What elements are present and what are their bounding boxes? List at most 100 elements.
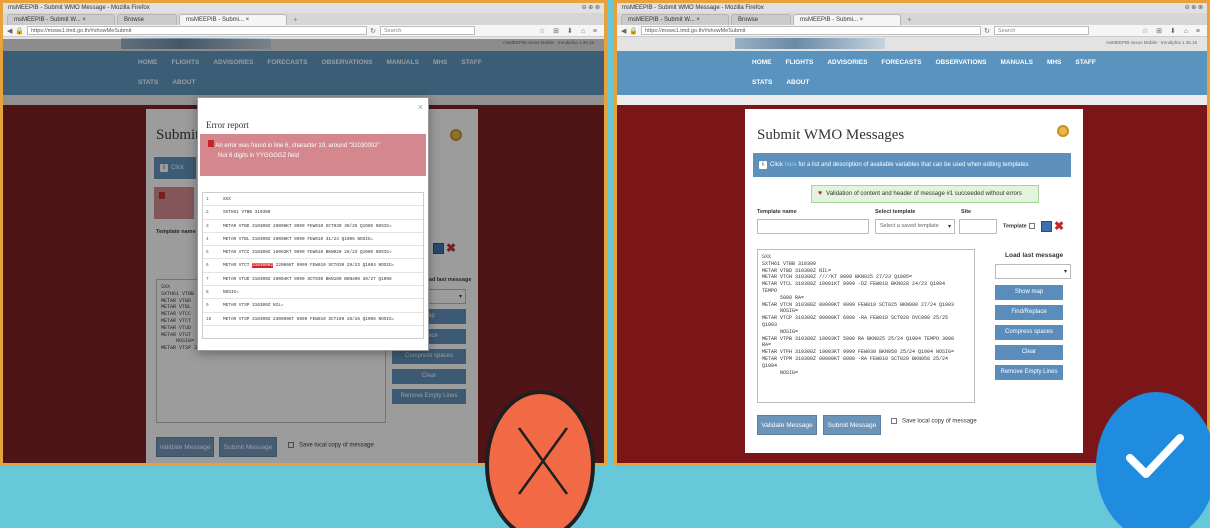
compress-spaces-button[interactable]: Compress spaces: [995, 325, 1063, 340]
template-select-value: Select a saved template: [880, 223, 939, 229]
nav-toolbar: ◀ 🔒 https://msws1.tmd.go.th/#showMeSubmi…: [3, 25, 604, 37]
back-icon[interactable]: ◀: [621, 27, 626, 35]
reload-icon[interactable]: ↻: [370, 27, 376, 35]
error-line-1: An error was found in line 6, character …: [215, 143, 380, 149]
list-item: 5 METAR VTCC 310300Z 18003KT 9999 FEW010 …: [203, 246, 423, 260]
submit-button[interactable]: Submit Message: [823, 415, 881, 435]
reload-icon[interactable]: ↻: [984, 27, 990, 35]
nav-manuals[interactable]: MANUALS: [1000, 59, 1033, 66]
site-banner: msMEEPIB nexus Mobile · trendiphia 1.35.…: [617, 37, 1207, 51]
success-message: ♥ Validation of content and header of mes…: [811, 185, 1039, 203]
list-item-error: 6 METAR VTCT 31030002 22006KT 9999 FEW010…: [203, 259, 423, 273]
nav-observations[interactable]: OBSERVATIONS: [936, 59, 987, 66]
list-item: 7 METAR VTUD 310300Z 20004KT 9999 SCT030 …: [203, 273, 423, 287]
info-prefix: Click: [770, 162, 783, 168]
chevron-down-icon: ▾: [1063, 269, 1067, 275]
banner-logo: [735, 38, 885, 49]
template-name-input[interactable]: [757, 219, 869, 234]
window-controls[interactable]: ⊖ ⊕ ⊗: [1185, 3, 1203, 13]
window-controls[interactable]: ⊖ ⊕ ⊗: [582, 3, 600, 13]
search-input[interactable]: Search: [379, 26, 475, 35]
x-icon: [517, 427, 569, 495]
info-link[interactable]: here: [785, 162, 797, 168]
nav-advisories[interactable]: ADVISORIES: [827, 59, 867, 66]
accept-badge: [1096, 392, 1210, 528]
error-highlight: 31030002: [251, 263, 274, 269]
gear-icon[interactable]: [1057, 125, 1069, 137]
load-last-select[interactable]: ▾: [995, 264, 1071, 279]
site-navbar: HOME FLIGHTS ADVISORIES FORECASTS OBSERV…: [617, 51, 1207, 95]
nav-flights[interactable]: FLIGHTS: [786, 59, 814, 66]
error-line-2: Not 6 digits in YYGGGGZ field: [218, 153, 299, 159]
save-copy-label: Save local copy of message: [902, 418, 977, 425]
page-title: Submit WMO Messages: [757, 127, 905, 143]
search-input[interactable]: Search: [993, 26, 1089, 35]
checkbox-icon[interactable]: [1028, 223, 1035, 229]
window-title: msMEEPIB - Submit WMO Message - Mozilla …: [8, 5, 150, 11]
list-item: 1 SXX: [203, 193, 423, 207]
message-textarea[interactable]: SXX SXTH61 VTBB 310300 METAR VTBD 310300…: [757, 249, 975, 403]
back-icon[interactable]: ◀: [7, 27, 12, 35]
tab-submit-active[interactable]: msMEEPIB - Submi... ×: [179, 14, 287, 25]
validate-button[interactable]: Validate Message: [757, 415, 817, 435]
reject-badge: [485, 390, 595, 528]
site-input[interactable]: [959, 219, 997, 234]
lock-icon: 🔒: [15, 27, 25, 35]
show-map-button[interactable]: Show map: [995, 285, 1063, 300]
checkbox-icon[interactable]: [891, 418, 897, 424]
window-title: msMEEPIB - Submit WMO Message - Mozilla …: [622, 5, 764, 11]
nav-about[interactable]: ABOUT: [786, 79, 809, 86]
heart-icon: ♥: [818, 190, 823, 197]
dialog-error-box: An error was found in line 6, character …: [200, 134, 426, 176]
error-report-dialog: × Error report An error was found in lin…: [197, 97, 429, 351]
window-titlebar: msMEEPIB - Submit WMO Message - Mozilla …: [617, 3, 1207, 13]
chevron-down-icon: ▾: [947, 224, 951, 230]
remove-empty-lines-button[interactable]: Remove Empty Lines: [995, 365, 1063, 380]
template-name-label: Template name: [757, 209, 797, 215]
nav-mhs[interactable]: MHS: [1047, 59, 1061, 66]
info-icon: i: [759, 161, 767, 169]
new-tab-button[interactable]: +: [903, 14, 916, 25]
list-item: 2 SXTH61 VTBB 310300: [203, 206, 423, 220]
info-bar: i Click here for a list and description o…: [753, 153, 1071, 177]
info-text: for a list and description of available …: [798, 162, 1029, 168]
tab-browse[interactable]: Browse: [117, 14, 177, 25]
url-bar[interactable]: https://msws1.tmd.go.th/#showMeSubmit: [27, 26, 368, 35]
list-item: 9 METAR VTSP 310300Z NIL=: [203, 299, 423, 313]
template-checkbox[interactable]: Template: [1003, 223, 1035, 229]
tab-browse[interactable]: Browse: [731, 14, 791, 25]
toolbar-icons[interactable]: ☆ ⊞ ⬇ ⌂ ≡: [1142, 27, 1203, 35]
nav-forecasts[interactable]: FORECASTS: [881, 59, 921, 66]
url-bar[interactable]: https://msws1.tmd.go.th/#showMeSubmit: [641, 26, 982, 35]
clear-button[interactable]: Clear: [995, 345, 1063, 360]
nav-stats[interactable]: STATS: [752, 79, 772, 86]
window-titlebar: msMEEPIB - Submit WMO Message - Mozilla …: [3, 3, 604, 13]
template-select[interactable]: Select a saved template ▾: [875, 219, 955, 234]
list-item: 8 NOSIG=: [203, 286, 423, 300]
find-replace-button[interactable]: Find/Replace: [995, 305, 1063, 320]
nav-staff[interactable]: STAFF: [1075, 59, 1095, 66]
dialog-title: Error report: [206, 120, 249, 130]
tab-submit[interactable]: msMEEPIB - Submit W... ×: [621, 14, 729, 25]
lock-icon: 🔒: [629, 27, 639, 35]
delete-icon[interactable]: ✖: [1054, 220, 1064, 232]
site-subtitle: msMEEPIB nexus Mobile · trendiphia 1.35.…: [1106, 40, 1197, 45]
nav-home[interactable]: HOME: [752, 59, 772, 66]
tab-submit-active[interactable]: msMEEPIB - Submi... ×: [793, 14, 901, 25]
check-icon: [1126, 434, 1184, 478]
save-copy-checkbox[interactable]: Save local copy of message: [891, 418, 977, 425]
new-tab-button[interactable]: +: [289, 14, 302, 25]
select-template-label: Select template: [875, 209, 916, 215]
tab-submit[interactable]: msMEEPIB - Submit W... ×: [7, 14, 115, 25]
template-checkbox-label: Template: [1003, 223, 1027, 230]
flag-icon: [208, 140, 214, 147]
save-icon[interactable]: [1041, 221, 1052, 232]
nav-toolbar: ◀ 🔒 https://msws1.tmd.go.th/#showMeSubmi…: [617, 25, 1207, 37]
list-item: 3 METAR VTBD 310300Z 20008KT 9999 FEW010 …: [203, 220, 423, 233]
load-last-label: Load last message: [1005, 252, 1064, 259]
list-item: 4 METAR VTBL 310300Z 20008KT 9999 FEW010 …: [203, 233, 423, 247]
toolbar-icons[interactable]: ☆ ⊞ ⬇ ⌂ ≡: [539, 27, 600, 35]
close-icon[interactable]: ×: [418, 102, 423, 112]
tab-strip: msMEEPIB - Submit W... × Browse msMEEPIB…: [3, 13, 604, 25]
tab-strip: msMEEPIB - Submit W... × Browse msMEEPIB…: [617, 13, 1207, 25]
